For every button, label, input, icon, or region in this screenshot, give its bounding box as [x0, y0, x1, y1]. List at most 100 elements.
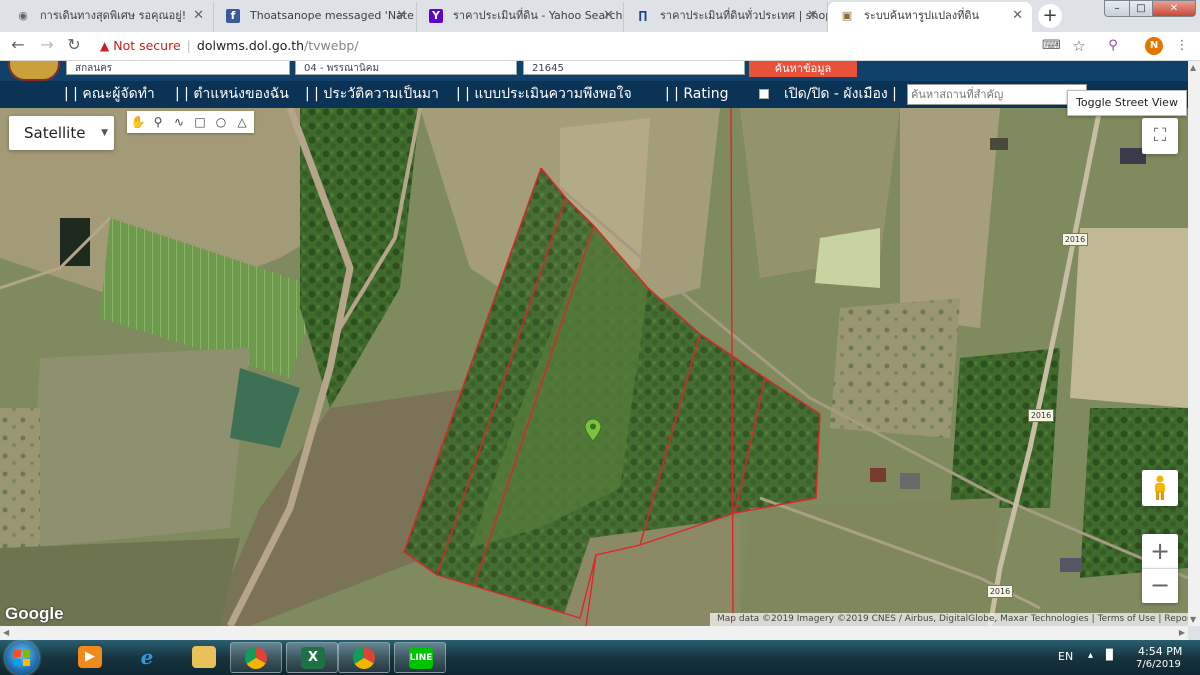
back-icon[interactable]: ←	[8, 35, 28, 55]
satellite-map[interactable]: 2016 2016 2016 Satellite ▼ ✋ ⚲ ∿ □ ○ △ ⛶…	[0, 108, 1188, 626]
scroll-right-icon[interactable]: ▶	[1179, 628, 1185, 637]
horizontal-scrollbar[interactable]: ◀ ▶	[0, 626, 1188, 640]
taskbar-internet-explorer[interactable]: e	[121, 642, 173, 673]
translate-icon[interactable]: ⌨	[1042, 38, 1061, 54]
url-divider: |	[186, 38, 191, 53]
road-shield: 2016	[1028, 409, 1054, 422]
menu-item-city-plan-toggle[interactable]: เปิด/ปิด - ผังเมือง |	[784, 81, 897, 108]
vertical-scrollbar[interactable]: ▲ ▼	[1188, 61, 1200, 626]
menu-kebab-icon[interactable]: ⋮	[1174, 38, 1190, 54]
close-icon[interactable]: ✕	[193, 2, 204, 30]
url-host: dolwms.dol.go.th	[196, 38, 305, 53]
taskbar-line[interactable]: LINE	[394, 642, 446, 673]
browser-tab[interactable]: Y ราคาประเมินที่ดิน - Yahoo Search ✕	[417, 2, 624, 32]
google-logo[interactable]: Google	[5, 604, 64, 624]
line-icon: LINE	[409, 647, 433, 669]
scroll-down-icon[interactable]: ▼	[1190, 615, 1196, 624]
bookmark-star-icon[interactable]: ☆	[1071, 38, 1087, 54]
polyline-icon[interactable]: ∿	[170, 113, 188, 131]
rectangle-icon[interactable]: □	[191, 113, 209, 131]
facebook-icon: f	[226, 9, 240, 23]
browser-toolbar: ← → ↻ ▲ Not secure | dolwms.dol.go.th/tvweb…	[0, 32, 1200, 61]
map-data-credit: Map data ©2019 Imagery ©2019 CNES / Airb…	[717, 614, 1089, 624]
toggle-street-view-button[interactable]: Toggle Street View	[1067, 90, 1187, 116]
drawing-toolbar: ✋ ⚲ ∿ □ ○ △	[127, 111, 254, 133]
zoom-out-button[interactable]: −	[1142, 569, 1178, 603]
yahoo-icon: Y	[429, 9, 443, 23]
reload-icon[interactable]: ↻	[64, 35, 84, 55]
satellite-imagery	[0, 108, 1188, 626]
globe-icon: ◉	[18, 9, 28, 22]
polygon-icon[interactable]: △	[233, 113, 251, 131]
menu-item-history[interactable]: | | ประวัติความเป็นมา	[305, 81, 439, 108]
district-select[interactable]: 04 - พรรณานิคม	[295, 61, 517, 75]
start-button[interactable]	[5, 641, 39, 675]
tab-title: ระบบค้นหารูปแปลงที่ดิน	[864, 9, 980, 22]
tray-arrow-icon[interactable]: ▴	[1088, 650, 1093, 661]
clock-time[interactable]: 4:54 PM	[1138, 645, 1182, 658]
dropdown-caret-icon: ▼	[101, 128, 108, 138]
language-indicator[interactable]: EN	[1058, 650, 1073, 663]
terms-of-use-link[interactable]: Terms of Use	[1095, 614, 1159, 624]
system-tray: EN ▴ ▉ 4:54 PM 7/6/2019	[1050, 640, 1200, 675]
location-pin-icon[interactable]	[585, 419, 601, 441]
menu-item-team[interactable]: | | คณะผู้จัดทำ	[64, 81, 155, 108]
browser-tab[interactable]: f Thoatsanope messaged 'Nate N ✕	[214, 2, 417, 32]
scroll-up-icon[interactable]: ▲	[1190, 63, 1196, 72]
box-icon: ▣	[841, 9, 853, 22]
chrome-icon	[245, 647, 267, 669]
fullscreen-icon[interactable]: ⛶	[1142, 118, 1178, 154]
search-data-button[interactable]: ค้นหาข้อมูล	[749, 61, 857, 77]
close-icon[interactable]: ✕	[603, 2, 614, 30]
network-signal-icon[interactable]: ▉	[1106, 650, 1114, 661]
scroll-left-icon[interactable]: ◀	[3, 628, 9, 637]
windows-taskbar: ▶ e X LINE EN ▴ ▉ 4:54 PM 7/6/2019	[0, 640, 1200, 675]
close-icon[interactable]: ✕	[807, 2, 818, 30]
treasury-icon: ∏	[638, 9, 648, 22]
page-menu-bar: | | คณะผู้จัดทำ | | ตำแหน่งของฉัน | | ปร…	[0, 81, 1188, 108]
map-attribution: Map data ©2019 Imagery ©2019 CNES / Airb…	[710, 613, 1188, 626]
maximize-button[interactable]: □	[1129, 0, 1153, 17]
address-bar[interactable]: ▲ Not secure | dolwms.dol.go.th/tvwebp/	[100, 34, 1030, 58]
chrome-icon	[353, 647, 375, 669]
close-window-button[interactable]: ✕	[1152, 0, 1196, 17]
pegman-icon[interactable]	[1142, 470, 1178, 506]
close-icon[interactable]: ✕	[396, 2, 407, 30]
menu-item-rating[interactable]: | | Rating	[665, 81, 728, 108]
taskbar-windows-media-player[interactable]: ▶	[64, 642, 116, 673]
tab-title: Thoatsanope messaged 'Nate N	[250, 9, 417, 22]
close-icon[interactable]: ✕	[1012, 2, 1023, 30]
clock-date[interactable]: 7/6/2019	[1136, 659, 1181, 670]
parcel-number-input[interactable]: 21645	[523, 61, 745, 75]
place-search-input[interactable]: ค้นหาสถานที่สำคัญ	[907, 84, 1087, 105]
menu-item-satisfaction-survey[interactable]: | | แบบประเมินความพึงพอใจ	[456, 81, 632, 108]
extension-search-icon[interactable]: ⚲	[1105, 38, 1121, 54]
menu-item-my-location[interactable]: | | ตำแหน่งของฉัน	[175, 81, 289, 108]
taskbar-file-explorer[interactable]	[178, 642, 230, 673]
report-map-error-link[interactable]: Report a map error	[1161, 614, 1188, 624]
security-label: Not secure	[113, 38, 181, 53]
windows-media-player-icon: ▶	[78, 646, 102, 668]
forward-icon[interactable]: →	[37, 35, 57, 55]
zoom-in-button[interactable]: +	[1142, 534, 1178, 569]
browser-tab-active[interactable]: ▣ ระบบค้นหารูปแปลงที่ดิน ✕	[828, 2, 1032, 32]
hand-pan-icon[interactable]: ✋	[129, 113, 147, 131]
page-header: สกลนคร 04 - พรรณานิคม 21645 ค้นหาข้อมูล	[0, 61, 1188, 81]
profile-avatar[interactable]: N	[1145, 37, 1163, 55]
map-type-selector[interactable]: Satellite ▼	[9, 116, 114, 150]
tab-title: ราคาประเมินที่ดินทั่วประเทศ | shop	[660, 9, 828, 22]
browser-tab[interactable]: ∏ ราคาประเมินที่ดินทั่วประเทศ | shop ✕	[624, 2, 828, 32]
marker-icon[interactable]: ⚲	[149, 113, 167, 131]
city-plan-checkbox[interactable]	[759, 89, 769, 99]
browser-tab[interactable]: ◉ การเดินทางสุดพิเศษ รอคุณอยู่! ✕	[4, 2, 214, 32]
taskbar-chrome[interactable]	[230, 642, 282, 673]
taskbar-chrome-active[interactable]	[338, 642, 390, 673]
minimize-button[interactable]: –	[1104, 0, 1130, 17]
file-explorer-icon	[192, 646, 216, 668]
window-controls: – □ ✕	[1104, 0, 1196, 18]
province-select[interactable]: สกลนคร	[66, 61, 290, 75]
browser-tab-strip: ◉ การเดินทางสุดพิเศษ รอคุณอยู่! ✕ f Thoa…	[0, 0, 1200, 32]
taskbar-excel[interactable]: X	[286, 642, 338, 673]
new-tab-button[interactable]: +	[1038, 4, 1062, 28]
circle-icon[interactable]: ○	[212, 113, 230, 131]
